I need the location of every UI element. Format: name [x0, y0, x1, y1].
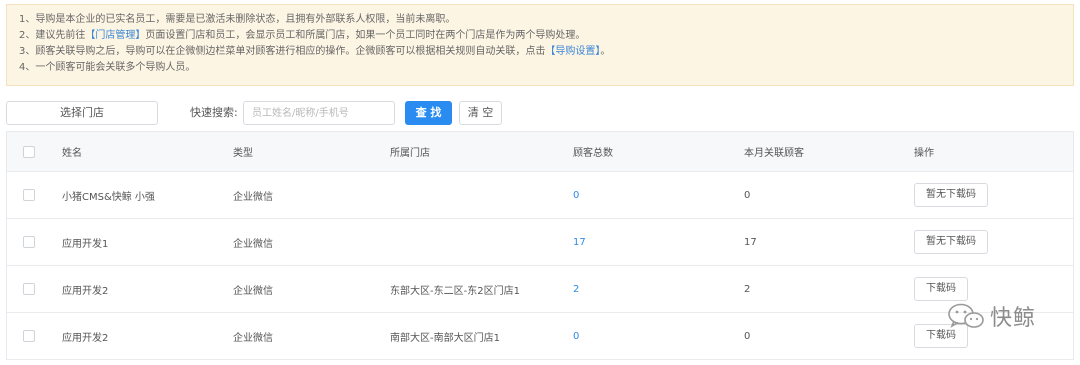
cell-store: 东部大区-东二区-东2区门店1: [390, 285, 520, 297]
cell-name: 应用开发1: [62, 238, 109, 250]
notice-text: 页面设置门店和员工，会显示员工和所属门店，如果一个员工同时在两个门店是作为两个导…: [145, 30, 586, 41]
store-select-button[interactable]: 选择门店: [6, 101, 158, 125]
header-store: 所属门店: [390, 148, 430, 159]
header-total-customers: 顾客总数: [573, 148, 613, 159]
row-checkbox[interactable]: [23, 189, 35, 201]
cell-total-customers-link[interactable]: 0: [573, 313, 579, 359]
guide-settings-link[interactable]: 【导购设置】: [545, 46, 600, 57]
cell-type: 企业微信: [233, 285, 273, 297]
table-row: 应用开发1 企业微信 17 17 暂无下载码: [7, 219, 1073, 266]
row-check-cell: [23, 219, 35, 265]
cell-name: 应用开发2: [62, 332, 109, 344]
notice-line-1: 1、导购是本企业的已实名员工，需要是已激活未删除状态，且拥有外部联系人权限，当前…: [19, 12, 1061, 28]
no-download-code-button[interactable]: 暂无下载码: [914, 230, 988, 254]
row-check-cell: [23, 266, 35, 312]
row-checkbox[interactable]: [23, 330, 35, 342]
header-name: 姓名: [62, 148, 82, 159]
notice-line-3: 3、顾客关联导购之后，导购可以在企微侧边栏菜单对顾客进行相应的操作。企微顾客可以…: [19, 44, 1061, 60]
cell-type: 企业微信: [233, 238, 273, 250]
table-row: 应用开发2 企业微信 东部大区-东二区-东2区门店1 2 2 下载码: [7, 266, 1073, 313]
wechat-icon: [946, 301, 986, 331]
row-check-cell: [23, 172, 35, 218]
cell-month-customers: 0: [744, 189, 751, 201]
notice-text: 2、建议先前往: [19, 30, 86, 41]
cell-type: 企业微信: [233, 332, 273, 344]
cell-store: 南部大区-南部大区门店1: [390, 332, 500, 344]
cell-actions: 暂无下载码: [914, 172, 988, 218]
row-checkbox[interactable]: [23, 283, 35, 295]
notice-panel: 1、导购是本企业的已实名员工，需要是已激活未删除状态，且拥有外部联系人权限，当前…: [6, 4, 1074, 86]
header-month-customers: 本月关联顾客: [744, 148, 804, 159]
cell-name: 应用开发2: [62, 285, 109, 297]
clear-button[interactable]: 清 空: [459, 101, 502, 125]
header-type: 类型: [233, 148, 253, 159]
row-check-cell: [23, 313, 35, 359]
select-all-checkbox[interactable]: [23, 145, 35, 158]
cell-month-customers: 2: [744, 283, 751, 295]
cell-total-customers-link[interactable]: 2: [573, 266, 579, 312]
table-header: 姓名 类型 所属门店 顾客总数 本月关联顾客 操作: [7, 132, 1073, 172]
download-code-button[interactable]: 下载码: [914, 277, 968, 301]
search-input[interactable]: [243, 101, 395, 125]
watermark: 快鲸: [946, 300, 1036, 332]
notice-text: 1、导购是本企业的已实名员工，需要是已激活未删除状态，且拥有外部联系人权限，当前…: [19, 14, 456, 25]
cell-type: 企业微信: [233, 191, 273, 203]
search-label: 快速搜索:: [190, 106, 238, 119]
select-all-cell: [23, 132, 35, 171]
cell-month-customers: 0: [744, 330, 751, 342]
guide-table: 姓名 类型 所属门店 顾客总数 本月关联顾客 操作 小猪CMS&快鲸 小强 企业…: [6, 131, 1074, 360]
notice-line-4: 4、一个顾客可能会关联多个导购人员。: [19, 60, 1061, 76]
cell-total-customers-link[interactable]: 0: [573, 172, 579, 218]
store-management-link[interactable]: 【门店管理】: [85, 30, 145, 41]
cell-actions: 暂无下载码: [914, 219, 988, 265]
search-button[interactable]: 查 找: [405, 101, 452, 125]
row-checkbox[interactable]: [23, 236, 35, 248]
notice-line-2: 2、建议先前往【门店管理】页面设置门店和员工，会显示员工和所属门店，如果一个员工…: [19, 28, 1061, 44]
no-download-code-button[interactable]: 暂无下载码: [914, 183, 988, 207]
watermark-text: 快鲸: [990, 306, 1037, 331]
notice-text: 。: [600, 46, 611, 57]
header-actions: 操作: [914, 148, 934, 159]
notice-text: 4、一个顾客可能会关联多个导购人员。: [19, 62, 196, 73]
cell-total-customers-link[interactable]: 17: [573, 219, 586, 265]
cell-month-customers: 17: [744, 236, 757, 248]
filter-toolbar: 选择门店 快速搜索: 查 找 清 空: [6, 101, 606, 125]
cell-name: 小猪CMS&快鲸 小强: [62, 191, 155, 203]
notice-text: 3、顾客关联导购之后，导购可以在企微侧边栏菜单对顾客进行相应的操作。企微顾客可以…: [19, 46, 546, 57]
table-row: 小猪CMS&快鲸 小强 企业微信 0 0 暂无下载码: [7, 172, 1073, 219]
table-row: 应用开发2 企业微信 南部大区-南部大区门店1 0 0 下载码: [7, 313, 1073, 360]
